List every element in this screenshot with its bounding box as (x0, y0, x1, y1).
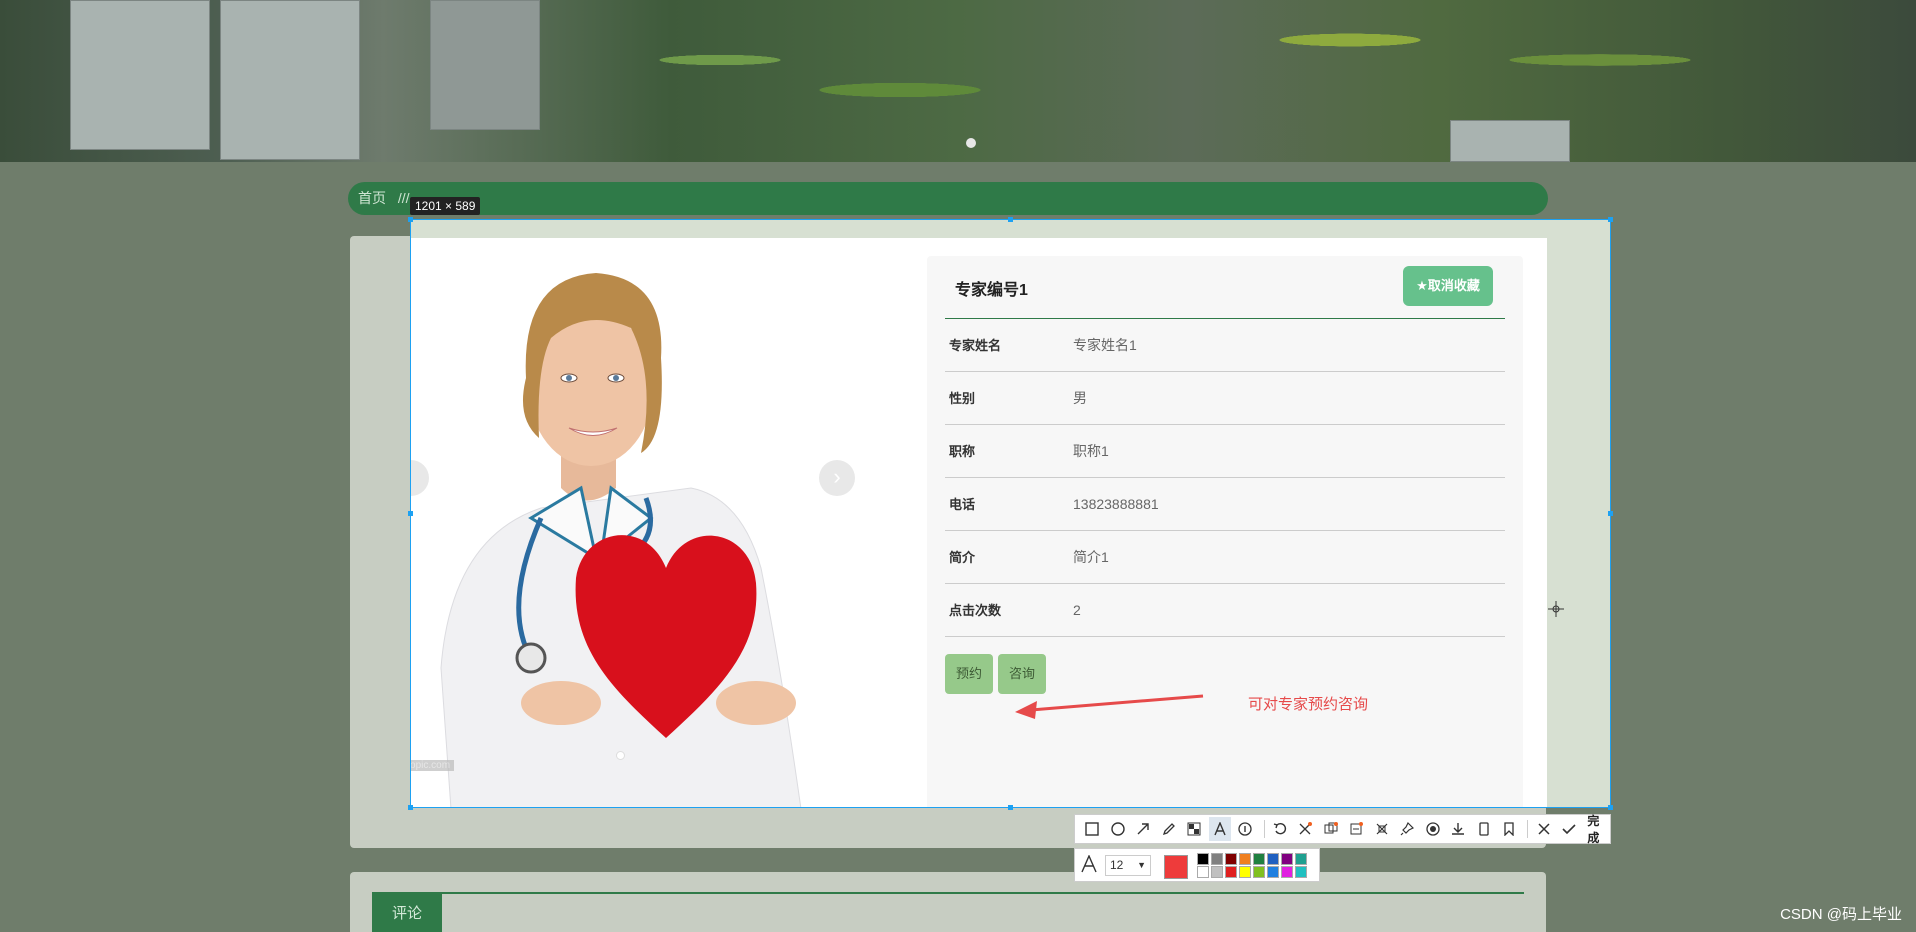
download-icon[interactable] (1447, 817, 1470, 841)
chevron-right-icon: › (833, 464, 841, 489)
color-swatch[interactable] (1281, 866, 1293, 878)
resize-handle[interactable] (1608, 217, 1613, 222)
color-swatch[interactable] (1253, 866, 1265, 878)
color-swatch[interactable] (1197, 866, 1209, 878)
breadcrumb-separator: /// (397, 190, 410, 206)
info-row-phone: 电话 13823888881 (945, 478, 1505, 531)
color-swatch[interactable] (1225, 853, 1237, 865)
pin-icon[interactable] (1396, 817, 1419, 841)
resize-handle[interactable] (408, 805, 413, 810)
selection-size-label: 1201 × 589 (410, 197, 481, 215)
ellipse-tool-icon[interactable] (1107, 817, 1130, 841)
info-value: 2 (1073, 602, 1081, 618)
color-swatch[interactable] (1225, 866, 1237, 878)
expand-capture-icon[interactable] (1370, 817, 1393, 841)
text-options-toolbar: 12 ▼ (1074, 848, 1320, 882)
font-size-select[interactable]: 12 ▼ (1105, 855, 1151, 876)
translate-icon[interactable] (1319, 817, 1342, 841)
ocr-icon[interactable] (1294, 817, 1317, 841)
color-swatch[interactable] (1295, 853, 1307, 865)
color-swatch[interactable] (1267, 866, 1279, 878)
check-icon[interactable] (1558, 817, 1581, 841)
record-icon[interactable] (1421, 817, 1444, 841)
screenshot-selection[interactable]: › www.ooopic.com 专家编号1 ★取消收藏 专家姓名 专家姓名1 … (410, 219, 1611, 808)
expert-photo-carousel: › www.ooopic.com (411, 238, 931, 807)
screenshot-toolbar: 完成 (1074, 812, 1611, 846)
scroll-capture-icon[interactable] (1345, 817, 1368, 841)
annotation-text[interactable]: 可对专家预约咨询 (1248, 693, 1368, 714)
banner-dot[interactable] (966, 138, 976, 148)
arrow-tool-icon[interactable] (1132, 817, 1155, 841)
info-label: 职称 (949, 444, 976, 459)
breadcrumb-home[interactable]: 首页 (358, 190, 386, 206)
resize-handle[interactable] (408, 217, 413, 222)
unfavorite-button[interactable]: ★取消收藏 (1403, 266, 1493, 306)
info-row-clicks: 点击次数 2 (945, 584, 1505, 637)
info-row-name: 专家姓名 专家姓名1 (945, 319, 1505, 372)
color-swatch[interactable] (1295, 866, 1307, 878)
color-swatch[interactable] (1253, 853, 1265, 865)
color-swatch[interactable] (1211, 866, 1223, 878)
tab-comments[interactable]: 评论 (372, 894, 442, 932)
carousel-next-button[interactable]: › (819, 460, 855, 496)
info-value: 简介1 (1073, 549, 1109, 565)
info-value: 职称1 (1073, 443, 1109, 459)
info-label: 电话 (949, 497, 976, 512)
color-swatch[interactable] (1239, 866, 1251, 878)
resize-handle[interactable] (1608, 511, 1613, 516)
undo-icon[interactable] (1268, 817, 1291, 841)
resize-handle[interactable] (408, 511, 413, 516)
appointment-button[interactable]: 预约 (945, 654, 993, 694)
comments-card: 评论 (350, 872, 1546, 932)
crosshair-cursor-icon (1548, 601, 1564, 617)
building-shape (430, 0, 540, 130)
bookmark-icon[interactable] (1498, 817, 1521, 841)
mosaic-tool-icon[interactable] (1183, 817, 1206, 841)
text-tool-icon[interactable] (1208, 817, 1231, 841)
toolbar-separator (1527, 820, 1529, 838)
doctor-photo (440, 273, 802, 807)
expert-detail-card: › www.ooopic.com 专家编号1 ★取消收藏 专家姓名 专家姓名1 … (411, 238, 1547, 807)
building-shape (1450, 120, 1570, 162)
info-value: 男 (1073, 390, 1087, 406)
info-label: 简介 (949, 550, 976, 565)
color-swatch[interactable] (1267, 853, 1279, 865)
color-swatch[interactable] (1211, 853, 1223, 865)
color-swatch[interactable] (1281, 853, 1293, 865)
font-size-value: 12 (1110, 858, 1124, 872)
chevron-down-icon: ▼ (1137, 860, 1146, 870)
comments-divider (372, 892, 1524, 894)
annotation-arrow-icon (1015, 694, 1204, 719)
expert-title: 专家编号1 (955, 282, 1028, 299)
toolbar-separator (1263, 820, 1265, 838)
breadcrumb: 首页 /// (348, 182, 1548, 215)
font-icon (1081, 855, 1097, 873)
info-label: 性别 (949, 391, 976, 406)
color-swatch[interactable] (1239, 853, 1251, 865)
pencil-tool-icon[interactable] (1158, 817, 1181, 841)
number-marker-tool-icon[interactable] (1234, 817, 1257, 841)
color-swatch[interactable] (1197, 853, 1209, 865)
photo-watermark: www.ooopic.com (411, 760, 455, 771)
info-label: 点击次数 (949, 603, 1002, 618)
info-row-intro: 简介 简介1 (945, 531, 1505, 584)
phone-icon[interactable] (1472, 817, 1495, 841)
close-icon[interactable] (1532, 817, 1555, 841)
building-shape (220, 0, 360, 160)
resize-handle[interactable] (1008, 805, 1013, 810)
current-color-swatch[interactable] (1164, 855, 1188, 879)
resize-handle[interactable] (1008, 217, 1013, 222)
info-label: 专家姓名 (949, 338, 1002, 353)
info-row-title: 职称 职称1 (945, 425, 1505, 478)
building-shape (70, 0, 210, 150)
resize-handle[interactable] (1608, 805, 1613, 810)
info-value: 13823888881 (1073, 496, 1159, 512)
hero-banner-image (0, 0, 1916, 162)
info-row-gender: 性别 男 (945, 372, 1505, 425)
csdn-watermark: CSDN @码上毕业 (1780, 906, 1902, 923)
info-value: 专家姓名1 (1073, 337, 1137, 353)
done-button[interactable]: 完成 (1587, 812, 1610, 846)
carousel-indicator-dot[interactable] (616, 751, 625, 760)
rectangle-tool-icon[interactable] (1081, 817, 1104, 841)
